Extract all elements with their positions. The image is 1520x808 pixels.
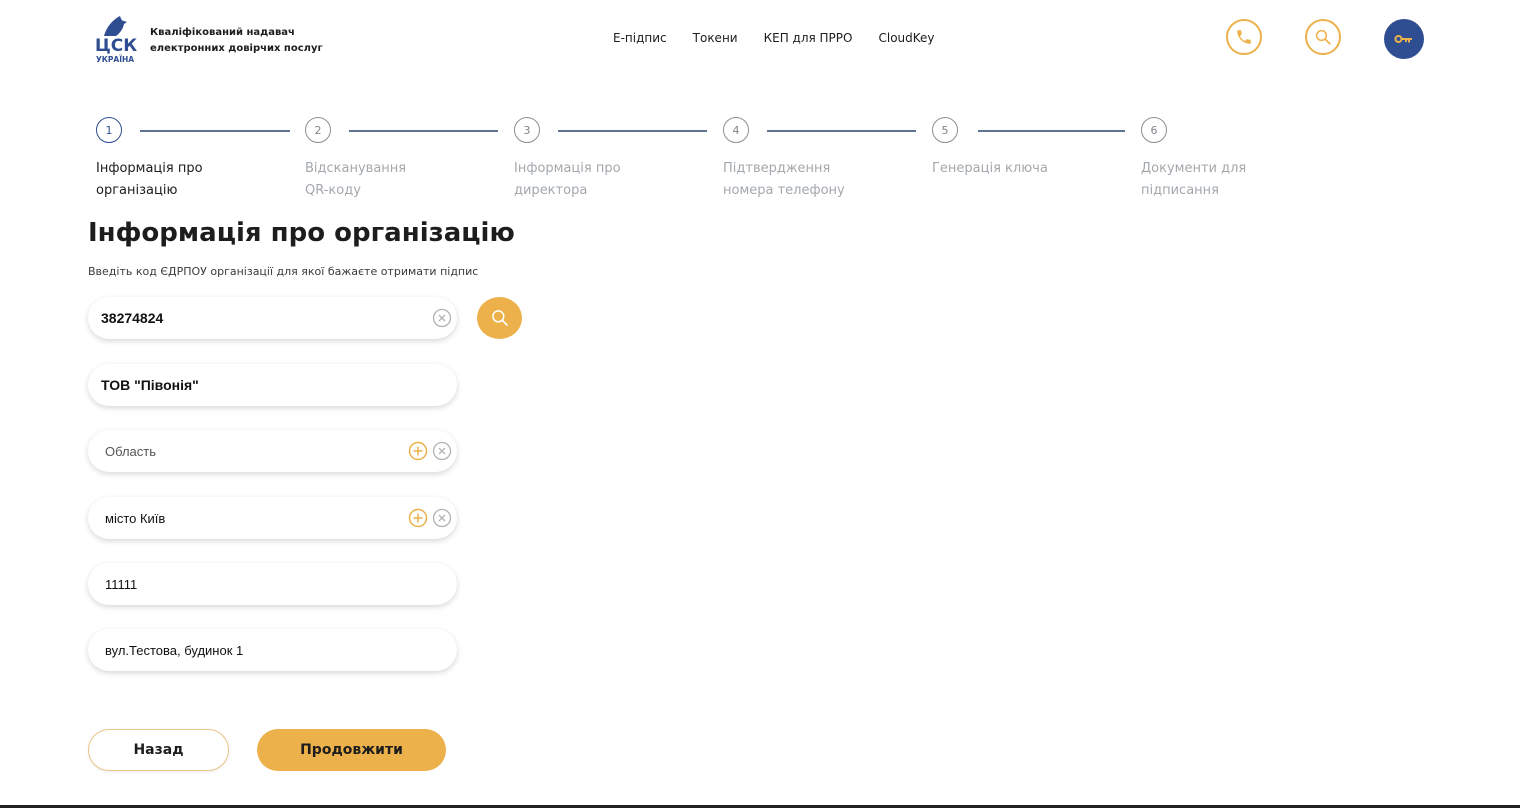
step-label-line: номера телефону	[723, 183, 845, 198]
step-organization-info[interactable]: 1 Інформація про організацію	[96, 117, 203, 198]
step-label-line: QR-коду	[305, 183, 361, 198]
step-label-line: організацію	[96, 183, 178, 198]
step-number: 6	[1141, 117, 1167, 143]
step-connector	[349, 130, 498, 132]
step-phone-confirm[interactable]: 4 Підтвердження номера телефону	[723, 117, 845, 198]
step-number: 3	[514, 117, 540, 143]
nav-cloudkey[interactable]: CloudKey	[878, 31, 934, 45]
step-label-line: Інформація про	[514, 161, 621, 176]
city-input[interactable]	[105, 497, 405, 539]
city-field	[88, 497, 457, 539]
step-label: Інформація про організацію	[96, 158, 296, 202]
page-title: Інформація про організацію	[88, 218, 515, 248]
clear-icon[interactable]	[432, 308, 452, 328]
key-icon	[1394, 35, 1412, 43]
step-number: 5	[932, 117, 958, 143]
address-field	[88, 629, 457, 671]
step-label-line: підписання	[1141, 183, 1219, 198]
step-label: Документи для підписання	[1141, 158, 1341, 202]
search-icon	[491, 310, 508, 326]
postcode-field	[88, 563, 457, 605]
continue-button[interactable]: Продовжити	[257, 729, 446, 771]
org-name-field	[88, 364, 457, 406]
step-label-line: директора	[514, 183, 588, 198]
add-icon[interactable]	[408, 508, 428, 528]
region-input[interactable]	[105, 430, 405, 472]
phone-button[interactable]	[1226, 19, 1262, 55]
step-qr-scan[interactable]: 2 Відсканування QR-коду	[305, 117, 406, 198]
logo-bird-icon: ЦСК УКРАЇНА	[95, 16, 137, 64]
phone-icon	[1237, 30, 1251, 44]
region-field	[88, 430, 457, 472]
step-label: Підтвердження номера телефону	[723, 158, 923, 202]
step-key-generation[interactable]: 5 Генерація ключа	[932, 117, 1048, 176]
step-label: Відсканування QR-коду	[305, 158, 505, 202]
postcode-input[interactable]	[105, 563, 405, 605]
step-connector	[767, 130, 916, 132]
step-label-line: Генерація ключа	[932, 161, 1048, 176]
step-label-line: Інформація про	[96, 161, 203, 176]
org-name-input[interactable]	[101, 364, 401, 406]
main-nav: Е-підпис Токени КЕП для ПРРО CloudKey	[613, 31, 935, 45]
search-icon	[1315, 29, 1331, 45]
nav-tokens[interactable]: Токени	[693, 31, 738, 45]
step-label: Генерація ключа	[932, 158, 1132, 180]
page-subtitle: Введіть код ЄДРПОУ організації для якої …	[88, 265, 479, 278]
step-connector	[978, 130, 1125, 132]
add-icon[interactable]	[408, 441, 428, 461]
tagline-line1: Кваліфікований надавач	[150, 27, 295, 38]
logo-main-text: ЦСК	[95, 36, 137, 56]
clear-icon[interactable]	[432, 508, 452, 528]
logo[interactable]: ЦСК УКРАЇНА	[94, 14, 138, 64]
step-connector	[558, 130, 707, 132]
nav-e-signature[interactable]: Е-підпис	[613, 31, 667, 45]
step-label-line: Підтвердження	[723, 161, 831, 176]
edrpou-search-button[interactable]	[477, 297, 522, 339]
header-search-button[interactable]	[1305, 19, 1341, 55]
step-documents[interactable]: 6 Документи для підписання	[1141, 117, 1246, 198]
login-key-button[interactable]	[1384, 19, 1424, 59]
step-label: Інформація про директора	[514, 158, 714, 202]
clear-icon[interactable]	[432, 441, 452, 461]
step-label-line: Відсканування	[305, 161, 407, 176]
edrpou-input[interactable]	[101, 297, 401, 339]
logo-tagline: Кваліфікований надавач електронних довір…	[150, 25, 350, 57]
edrpou-field	[88, 297, 457, 339]
logo-sub-text: УКРАЇНА	[96, 55, 134, 64]
step-number: 4	[723, 117, 749, 143]
step-label-line: Документи для	[1141, 161, 1247, 176]
step-connector	[140, 130, 290, 132]
nav-kep-prro[interactable]: КЕП для ПРРО	[764, 31, 853, 45]
step-director-info[interactable]: 3 Інформація про директора	[514, 117, 621, 198]
step-number: 2	[305, 117, 331, 143]
address-input[interactable]	[105, 629, 405, 671]
back-button[interactable]: Назад	[88, 729, 229, 771]
tagline-line2: електронних довірчих послуг	[150, 43, 323, 54]
step-number: 1	[96, 117, 122, 143]
